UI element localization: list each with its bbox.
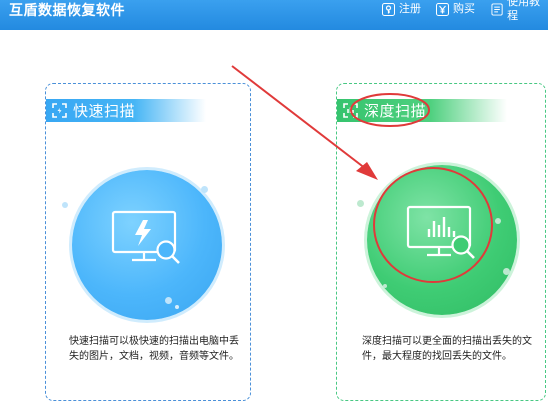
deep-scan-header: 深度扫描 — [337, 99, 507, 122]
yen-icon — [436, 2, 449, 16]
title-bar: 互盾数据恢复软件 注册 购买 使用教程 — [0, 0, 548, 30]
deep-scan-graphic — [367, 165, 517, 315]
decor-dot — [495, 218, 501, 224]
decor-dot — [201, 186, 208, 193]
monitor-chart-icon — [406, 205, 475, 259]
register-label: 注册 — [399, 2, 421, 15]
decor-dot — [62, 202, 68, 208]
tutorial-label: 使用教程 — [507, 0, 541, 22]
monitor-lightning-icon — [111, 210, 180, 264]
decor-dot — [383, 284, 387, 288]
scan-bars-icon — [343, 103, 358, 118]
quick-scan-card[interactable]: 快速扫描 快速扫描可以极快速的扫描出电脑中丢失的图片，文档，视频，音频等文件。 — [45, 83, 251, 401]
deep-scan-title: 深度扫描 — [364, 102, 427, 120]
decor-dot — [165, 297, 172, 304]
scan-frame-icon — [52, 103, 67, 118]
deep-scan-description: 深度扫描可以更全面的扫描出丢失的文件，最大程度的找回丢失的文件。 — [362, 336, 532, 362]
decor-dot — [357, 200, 364, 207]
decor-dot — [175, 305, 179, 309]
deep-scan-card[interactable]: 深度扫描 深度扫描可以更全面的扫描出丢失的文件，最大程度的找回丢失的文件。 — [336, 83, 546, 401]
decor-dot — [503, 268, 510, 275]
quick-scan-graphic — [72, 170, 222, 320]
key-icon — [382, 2, 395, 16]
tutorial-button[interactable]: 使用教程 — [491, 0, 548, 22]
quick-scan-header: 快速扫描 — [46, 99, 206, 122]
register-button[interactable]: 注册 — [382, 1, 421, 17]
app-title: 互盾数据恢复软件 — [9, 3, 125, 19]
buy-button[interactable]: 购买 — [436, 1, 475, 17]
quick-scan-description: 快速扫描可以极快速的扫描出电脑中丢失的图片，文档，视频，音频等文件。 — [69, 336, 239, 362]
book-icon — [491, 2, 503, 16]
quick-scan-title: 快速扫描 — [73, 102, 136, 120]
buy-label: 购买 — [453, 2, 475, 15]
